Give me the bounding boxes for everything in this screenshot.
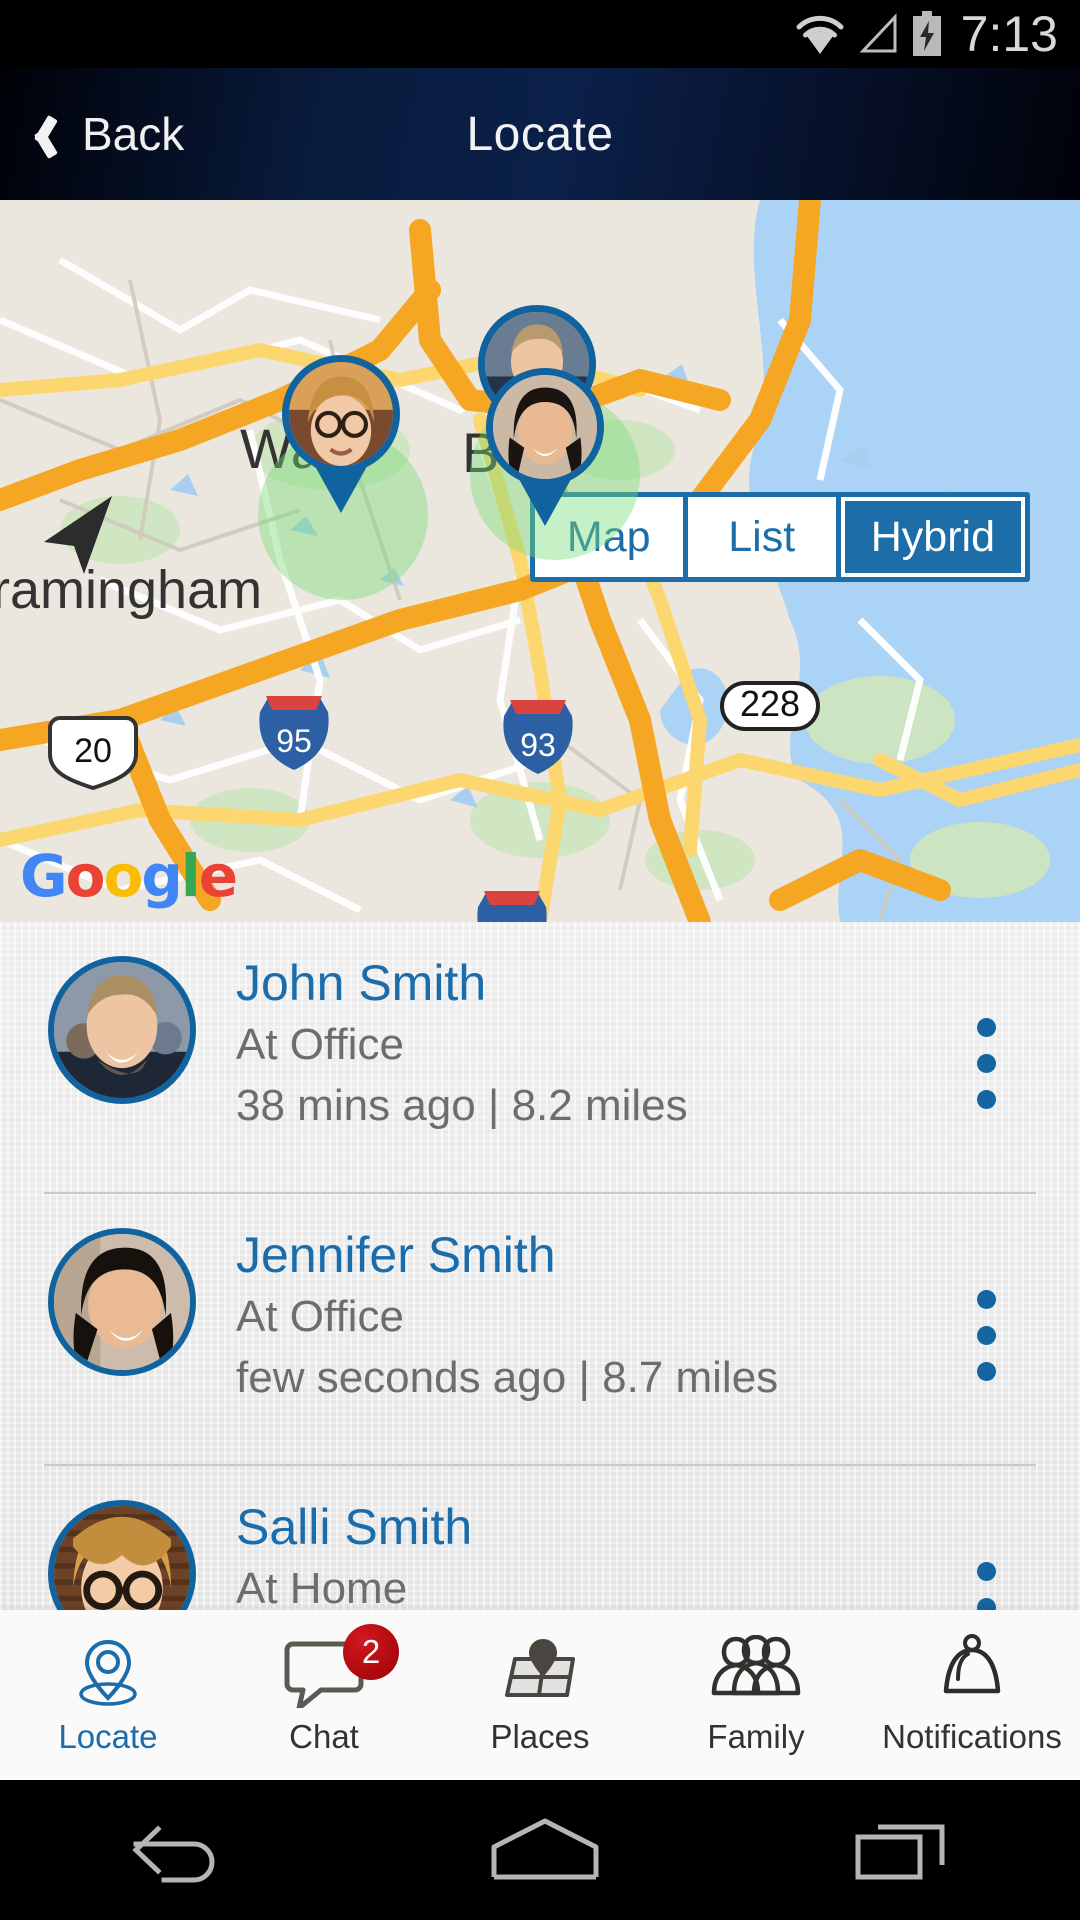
tab-label: Locate (58, 1718, 158, 1755)
salli-pin-avatar (282, 355, 400, 473)
overflow-menu-icon[interactable] (977, 1290, 996, 1381)
tab-notifications[interactable]: Notifications (864, 1610, 1080, 1780)
navigation-arrow-icon (44, 496, 112, 574)
map-toggle-list[interactable]: List (687, 497, 836, 577)
row-text: Jennifer Smith At Office few seconds ago… (236, 1222, 778, 1408)
person-meta: few seconds ago | 8.7 miles (236, 1353, 779, 1402)
android-home-icon[interactable] (480, 1815, 610, 1885)
map-pin-salli[interactable] (282, 355, 400, 513)
person-status: At Office (236, 1020, 404, 1069)
row-text: John Smith At Office 38 mins ago | 8.2 m… (236, 950, 688, 1136)
chat-bubble-icon: 2 (283, 1624, 399, 1708)
chat-badge: 2 (343, 1624, 399, 1680)
person-name[interactable]: Salli Smith (236, 1496, 472, 1558)
google-letter-o1: o (65, 842, 106, 910)
overflow-menu-icon[interactable] (977, 1018, 996, 1109)
map-pin-jennifer[interactable] (486, 368, 604, 526)
android-back-icon[interactable] (120, 1815, 240, 1885)
tab-places[interactable]: Places (432, 1610, 648, 1780)
wifi-icon (796, 15, 844, 54)
shield-sr-228: 228 (720, 681, 820, 731)
person-meta: 38 mins ago | 8.2 miles (236, 1081, 688, 1130)
tab-chat[interactable]: 2 Chat (216, 1610, 432, 1780)
android-recents-icon[interactable] (850, 1815, 960, 1885)
map-toggle-hybrid[interactable]: Hybrid (840, 497, 1025, 577)
android-navigation-bar (0, 1780, 1080, 1920)
places-map-icon (497, 1634, 583, 1708)
person-name[interactable]: John Smith (236, 952, 688, 1014)
bell-icon (934, 1634, 1010, 1708)
phone-screen: 7:13 Back Locate 20 95 93 228 Wa ramingh… (0, 0, 1080, 1920)
table-row[interactable]: Jennifer Smith At Office few seconds ago… (0, 1194, 1080, 1464)
table-row[interactable]: John Smith At Office 38 mins ago | 8.2 m… (0, 922, 1080, 1192)
salli-avatar (48, 1500, 196, 1622)
tab-label: Notifications (882, 1718, 1062, 1755)
svg-text:20: 20 (74, 732, 112, 770)
battery-charging-icon (912, 11, 941, 56)
row-text: Salli Smith At Home (236, 1494, 472, 1620)
google-letter-l: l (180, 842, 201, 910)
bottom-tab-bar: Locate 2 Chat Places Family Notification… (0, 1610, 1080, 1780)
status-bar: 7:13 (0, 0, 1080, 68)
status-bar-clock: 7:13 (960, 6, 1058, 62)
google-attribution: Google (20, 842, 238, 910)
map-pin-icon (69, 1634, 147, 1708)
google-letter-o2: o (103, 842, 143, 910)
person-name[interactable]: Jennifer Smith (236, 1224, 778, 1286)
person-status: At Office (236, 1292, 404, 1341)
google-letter-g: G (20, 842, 68, 910)
page-title: Locate (466, 107, 614, 161)
shield-i-93-bottom: 93 (477, 891, 547, 922)
jennifer-avatar (48, 1228, 196, 1376)
google-letter-g2: g (141, 842, 183, 910)
tab-locate[interactable]: Locate (0, 1610, 216, 1780)
shield-us-20: 20 (48, 716, 138, 791)
people-group-icon (710, 1634, 802, 1708)
svg-text:93: 93 (520, 727, 556, 763)
tab-family[interactable]: Family (648, 1610, 864, 1780)
app-bar: Back Locate (0, 68, 1080, 200)
map-view[interactable]: 20 95 93 93 228 Wa (0, 200, 1080, 922)
john-avatar (48, 956, 196, 1104)
svg-text:228: 228 (740, 683, 800, 724)
google-letter-e: e (198, 842, 238, 910)
svg-text:95: 95 (276, 723, 312, 759)
table-row[interactable]: Salli Smith At Home (0, 1466, 1080, 1622)
cellular-signal-icon (859, 13, 897, 53)
jennifer-pin-avatar (486, 368, 604, 486)
tab-label: Family (707, 1718, 805, 1755)
tab-label: Chat (289, 1718, 359, 1755)
people-list[interactable]: John Smith At Office 38 mins ago | 8.2 m… (0, 922, 1080, 1622)
tab-label: Places (490, 1718, 590, 1755)
